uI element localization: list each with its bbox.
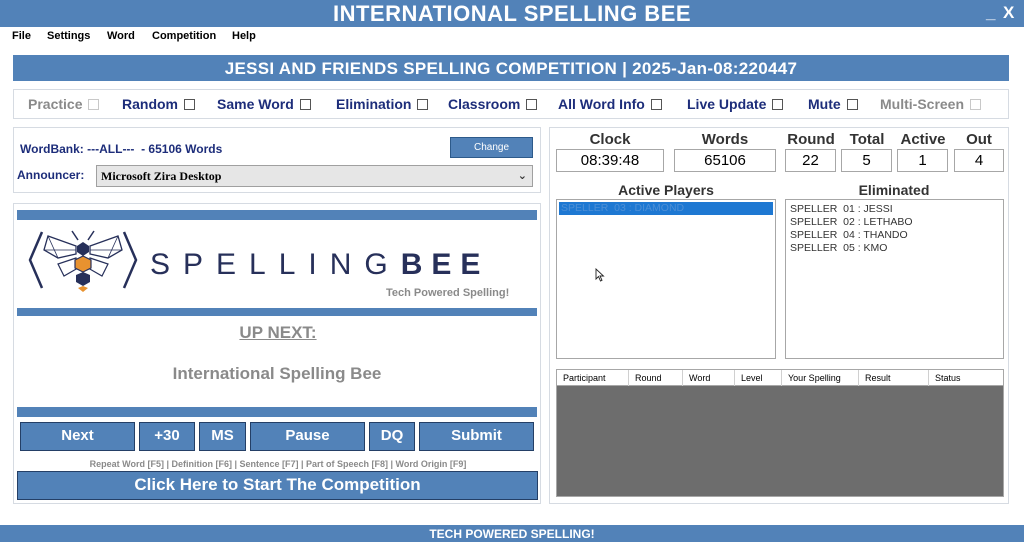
column-your-spelling[interactable]: Your Spelling	[782, 370, 859, 386]
mid-divider-bar	[17, 308, 537, 316]
menu-settings[interactable]: Settings	[47, 28, 90, 44]
title-bar: INTERNATIONAL SPELLING BEE _ X	[0, 0, 1024, 27]
mute-checkbox[interactable]	[846, 99, 858, 110]
add-30-seconds-button[interactable]: +30	[139, 422, 195, 451]
clock-value: 08:39:48	[556, 149, 664, 172]
practice-checkbox[interactable]	[88, 99, 100, 110]
start-competition-button[interactable]: Click Here to Start The Competition	[17, 471, 538, 500]
minimize-button[interactable]: _	[986, 1, 995, 25]
menu-bar: File Settings Word Competition Help	[0, 27, 1024, 47]
classroom-checkbox[interactable]	[526, 99, 538, 110]
out-label: Out	[966, 131, 992, 148]
disqualify-button[interactable]: DQ	[369, 422, 415, 451]
list-item[interactable]: SPELLER 03 : DIAMOND	[559, 202, 773, 215]
total-value: 5	[841, 149, 892, 172]
column-word[interactable]: Word	[683, 370, 735, 386]
round-label: Round	[787, 131, 835, 148]
mode-mute[interactable]: Mute	[808, 90, 858, 118]
spelling-bee-logo: SPELLINGBEE Tech Powered Spelling!	[28, 228, 538, 302]
same-word-checkbox[interactable]	[299, 99, 311, 110]
clock-label: Clock	[589, 131, 631, 148]
lower-divider-bar	[17, 407, 537, 417]
mode-practice[interactable]: Practice	[28, 90, 100, 118]
active-label: Active	[900, 131, 946, 148]
up-next-word: International Spelling Bee	[172, 364, 382, 383]
list-item[interactable]: SPELLER 01 : JESSI	[790, 203, 1003, 216]
announcer-value: Microsoft Zira Desktop	[101, 169, 222, 183]
wordbank-row: WordBank: ---ALL--- - 65106 Words	[20, 142, 222, 156]
shortcut-hints: Repeat Word [F5] | Definition [F6] | Sen…	[89, 459, 467, 469]
eliminated-label: Eliminated	[858, 182, 930, 198]
wordbank-value: ---ALL--- - 65106 Words	[87, 142, 223, 156]
words-value: 65106	[674, 149, 776, 172]
announcer-label: Announcer:	[17, 168, 85, 182]
menu-word[interactable]: Word	[107, 28, 135, 44]
menu-help[interactable]: Help	[232, 28, 256, 44]
column-level[interactable]: Level	[735, 370, 782, 386]
list-item[interactable]: SPELLER 04 : THANDO	[790, 229, 1003, 242]
active-players-label: Active Players	[618, 182, 714, 198]
round-value: 22	[785, 149, 836, 172]
pause-button[interactable]: Pause	[250, 422, 365, 451]
logo-spelling-text: SPELLING	[150, 248, 401, 281]
list-item[interactable]: SPELLER 05 : KMO	[790, 242, 1003, 255]
mode-same-word[interactable]: Same Word	[217, 90, 311, 118]
competition-banner: JESSI AND FRIENDS SPELLING COMPETITION |…	[13, 55, 1009, 81]
multi-screen-checkbox[interactable]	[970, 99, 982, 110]
logo-tagline: Tech Powered Spelling!	[386, 287, 510, 299]
mode-all-word-info[interactable]: All Word Info	[558, 90, 662, 118]
out-value: 4	[954, 149, 1004, 172]
results-table[interactable]: Participant Round Word Level Your Spelli…	[556, 369, 1004, 497]
menu-file[interactable]: File	[12, 28, 31, 44]
bee-logo-icon	[28, 230, 138, 292]
mode-options-bar: Practice Random Same Word Elimination Cl…	[13, 89, 1009, 119]
live-update-checkbox[interactable]	[772, 99, 784, 110]
logo-bee-text: BEE	[400, 248, 490, 281]
top-divider-bar	[17, 210, 537, 220]
next-button[interactable]: Next	[20, 422, 135, 451]
up-next-label: UP NEXT:	[239, 323, 317, 342]
ms-button[interactable]: MS	[199, 422, 246, 451]
submit-button[interactable]: Submit	[419, 422, 534, 451]
change-wordbank-button[interactable]: Change	[450, 137, 533, 158]
menu-competition[interactable]: Competition	[152, 28, 216, 44]
total-label: Total	[849, 131, 885, 148]
chevron-down-icon: ⌄	[517, 169, 527, 182]
mode-elimination[interactable]: Elimination	[336, 90, 429, 118]
mode-live-update[interactable]: Live Update	[687, 90, 784, 118]
eliminated-list[interactable]: SPELLER 01 : JESSI SPELLER 02 : LETHABO …	[785, 199, 1004, 359]
column-result[interactable]: Result	[859, 370, 929, 386]
competition-panel: SPELLINGBEE Tech Powered Spelling! UP NE…	[13, 203, 541, 504]
random-checkbox[interactable]	[184, 99, 195, 110]
list-item[interactable]: SPELLER 02 : LETHABO	[790, 216, 1003, 229]
words-label: Words	[701, 131, 749, 148]
announcer-select[interactable]: Microsoft Zira Desktop ⌄	[96, 165, 533, 187]
status-panel: Clock 08:39:48 Words 65106 Round 22 Tota…	[549, 127, 1009, 504]
column-status[interactable]: Status	[929, 370, 1003, 386]
footer-bar: TECH POWERED SPELLING!	[0, 525, 1024, 542]
results-table-header: Participant Round Word Level Your Spelli…	[557, 370, 1003, 386]
mouse-cursor-icon	[595, 268, 605, 282]
active-value: 1	[897, 149, 948, 172]
mode-classroom[interactable]: Classroom	[448, 90, 538, 118]
column-round[interactable]: Round	[629, 370, 683, 386]
column-participant[interactable]: Participant	[557, 370, 629, 386]
mode-random[interactable]: Random	[122, 90, 195, 118]
close-button[interactable]: X	[1003, 1, 1014, 25]
elimination-checkbox[interactable]	[417, 99, 429, 110]
window-title: INTERNATIONAL SPELLING BEE	[332, 1, 692, 26]
wordbank-label: WordBank:	[20, 142, 84, 156]
settings-panel: WordBank: ---ALL--- - 65106 Words Change…	[13, 127, 541, 193]
all-word-info-checkbox[interactable]	[650, 99, 662, 110]
active-players-list[interactable]: SPELLER 03 : DIAMOND	[556, 199, 776, 359]
mode-multi-screen[interactable]: Multi-Screen	[880, 90, 982, 118]
